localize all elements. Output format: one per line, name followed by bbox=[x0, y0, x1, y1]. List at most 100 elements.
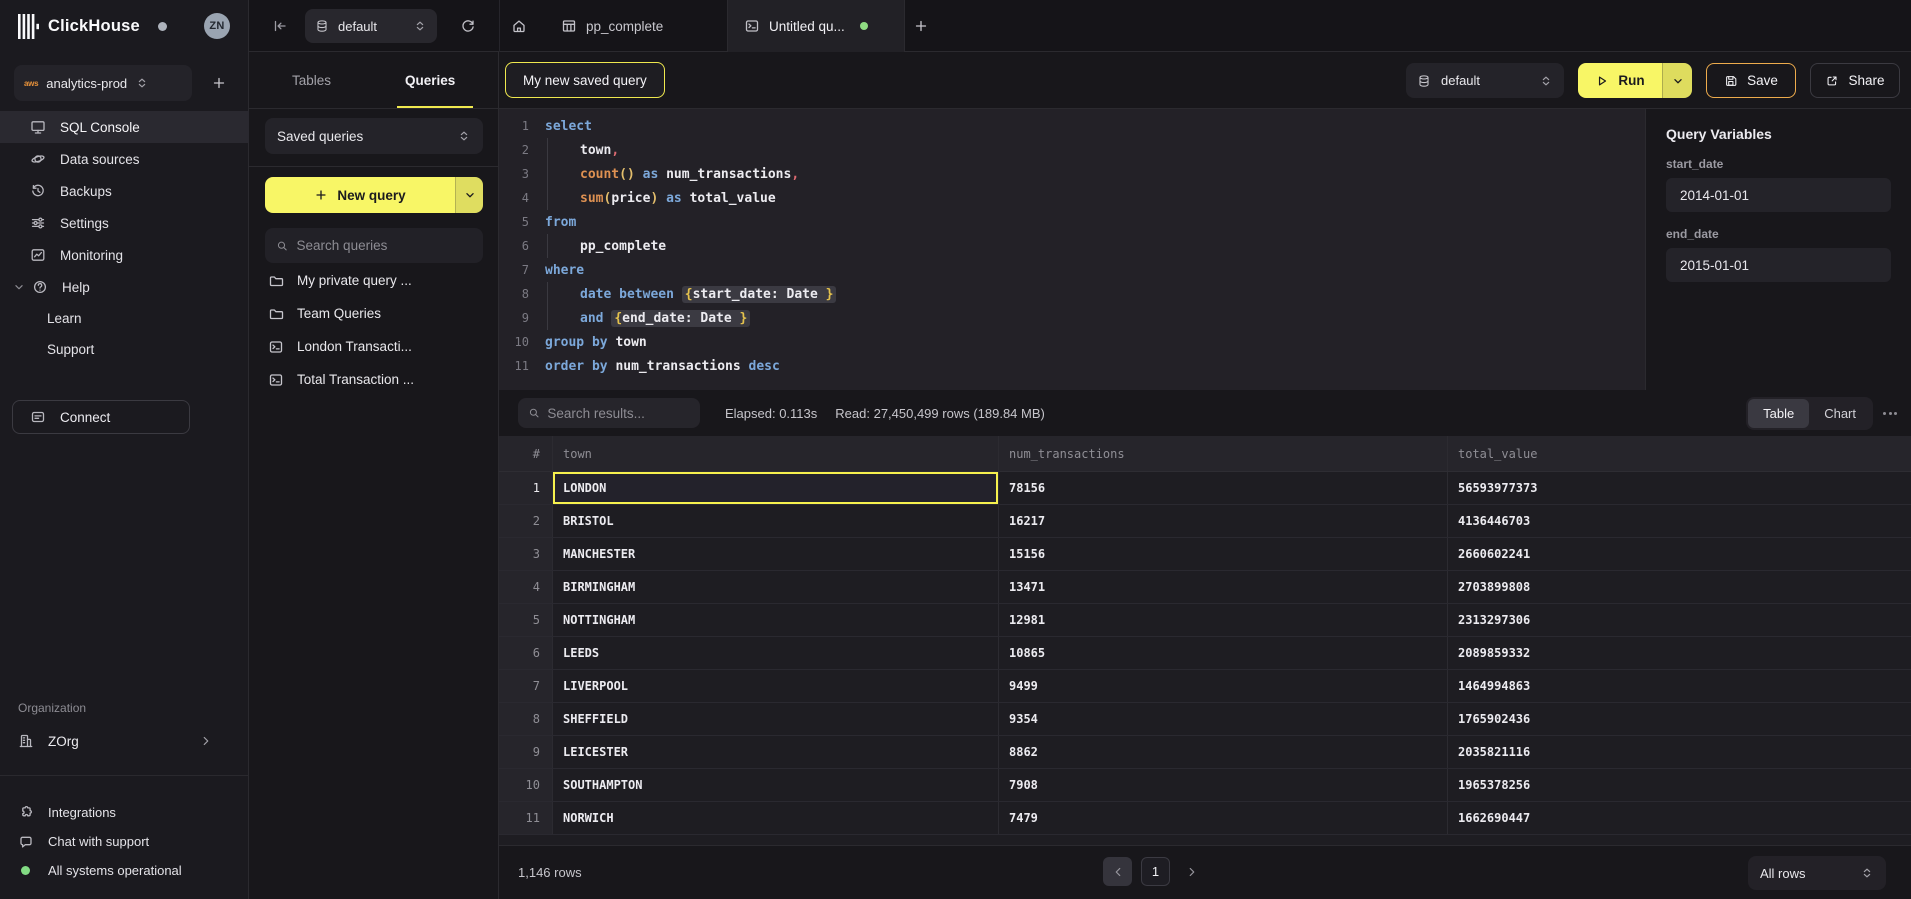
column-header-total-value[interactable]: total_value bbox=[1448, 436, 1911, 471]
saved-queries-select[interactable]: Saved queries bbox=[265, 118, 483, 154]
query-parameter-chip[interactable]: {start_date: Date } bbox=[682, 286, 837, 303]
code-line-11[interactable]: 11order by num_transactions desc bbox=[499, 354, 1645, 378]
cell-town[interactable]: BIRMINGHAM bbox=[553, 571, 999, 603]
share-button[interactable]: Share bbox=[1810, 63, 1900, 98]
sidebar-item-monitoring[interactable]: Monitoring bbox=[0, 239, 249, 271]
code-line-2[interactable]: 2town, bbox=[499, 138, 1645, 162]
home-button[interactable] bbox=[511, 18, 527, 34]
cell-total-value[interactable]: 2703899808 bbox=[1448, 571, 1911, 603]
cell-town[interactable]: LIVERPOOL bbox=[553, 670, 999, 702]
view-tab-chart[interactable]: Chart bbox=[1809, 399, 1871, 428]
table-row[interactable]: 10SOUTHAMPTON79081965378256 bbox=[499, 769, 1911, 802]
new-tab-button[interactable] bbox=[913, 18, 929, 34]
code-line-6[interactable]: 6pp_complete bbox=[499, 234, 1645, 258]
tab-tables[interactable]: Tables bbox=[292, 52, 331, 108]
saved-query-tab[interactable]: My new saved query bbox=[505, 62, 665, 98]
clickhouse-logo-icon[interactable] bbox=[18, 14, 39, 39]
cell-town[interactable]: LONDON bbox=[553, 472, 999, 504]
run-button[interactable]: Run bbox=[1578, 63, 1662, 98]
cell-town[interactable]: LEEDS bbox=[553, 637, 999, 669]
avatar[interactable]: ZN bbox=[204, 13, 230, 39]
query-parameter-chip[interactable]: {end_date: Date } bbox=[611, 310, 750, 327]
table-row[interactable]: 1LONDON7815656593977373 bbox=[499, 472, 1911, 505]
cell-total-value[interactable]: 1662690447 bbox=[1448, 802, 1911, 834]
cell-num-transactions[interactable]: 16217 bbox=[999, 505, 1448, 537]
code-line-9[interactable]: 9and {end_date: Date } bbox=[499, 306, 1645, 330]
sidebar-item-help[interactable]: Help bbox=[0, 271, 249, 303]
tab-queries[interactable]: Queries bbox=[405, 52, 455, 108]
cell-town[interactable]: SOUTHAMPTON bbox=[553, 769, 999, 801]
connect-button[interactable]: Connect bbox=[12, 400, 190, 434]
cell-num-transactions[interactable]: 12981 bbox=[999, 604, 1448, 636]
view-tab-table[interactable]: Table bbox=[1748, 399, 1809, 428]
column-header-town[interactable]: town bbox=[553, 436, 999, 471]
code-line-3[interactable]: 3count() as num_transactions, bbox=[499, 162, 1645, 186]
sidebar-item-sql-console[interactable]: SQL Console bbox=[0, 111, 249, 143]
search-results-input[interactable] bbox=[547, 406, 690, 421]
run-options-dropdown[interactable] bbox=[1662, 63, 1692, 98]
code-line-5[interactable]: 5from bbox=[499, 210, 1645, 234]
cell-town[interactable]: NOTTINGHAM bbox=[553, 604, 999, 636]
cell-total-value[interactable]: 1765902436 bbox=[1448, 703, 1911, 735]
next-page-button[interactable] bbox=[1185, 865, 1199, 879]
table-row[interactable]: 2BRISTOL162174136446703 bbox=[499, 505, 1911, 538]
table-row[interactable]: 9LEICESTER88622035821116 bbox=[499, 736, 1911, 769]
service-selector[interactable]: aws analytics-prod bbox=[14, 65, 192, 101]
integrations-item[interactable]: Integrations bbox=[0, 798, 249, 827]
cell-num-transactions[interactable]: 7479 bbox=[999, 802, 1448, 834]
cell-num-transactions[interactable]: 10865 bbox=[999, 637, 1448, 669]
sidebar-item-support[interactable]: Support bbox=[0, 334, 249, 365]
cell-total-value[interactable]: 1965378256 bbox=[1448, 769, 1911, 801]
table-row[interactable]: 3MANCHESTER151562660602241 bbox=[499, 538, 1911, 571]
cell-num-transactions[interactable]: 7908 bbox=[999, 769, 1448, 801]
refresh-button[interactable] bbox=[460, 18, 476, 34]
query-list-item[interactable]: My private query ... bbox=[249, 264, 499, 297]
sidebar-item-settings[interactable]: Settings bbox=[0, 207, 249, 239]
cell-num-transactions[interactable]: 9499 bbox=[999, 670, 1448, 702]
cell-total-value[interactable]: 2035821116 bbox=[1448, 736, 1911, 768]
column-header-index[interactable]: # bbox=[499, 436, 553, 471]
sidebar-item-data-sources[interactable]: Data sources bbox=[0, 143, 249, 175]
cell-num-transactions[interactable]: 78156 bbox=[999, 472, 1448, 504]
start-date-input[interactable] bbox=[1666, 178, 1891, 212]
sql-editor[interactable]: 1select2town,3count() as num_transaction… bbox=[499, 109, 1645, 390]
tab-untitled-query[interactable]: Untitled qu... bbox=[727, 0, 905, 52]
save-button[interactable]: Save bbox=[1706, 63, 1796, 98]
cell-total-value[interactable]: 1464994863 bbox=[1448, 670, 1911, 702]
cell-total-value[interactable]: 56593977373 bbox=[1448, 472, 1911, 504]
code-line-7[interactable]: 7where bbox=[499, 258, 1645, 282]
cell-town[interactable]: MANCHESTER bbox=[553, 538, 999, 570]
topbar-database-selector[interactable]: default bbox=[305, 9, 437, 43]
editor-database-selector[interactable]: default bbox=[1406, 63, 1564, 98]
cell-town[interactable]: NORWICH bbox=[553, 802, 999, 834]
code-line-10[interactable]: 10group by town bbox=[499, 330, 1645, 354]
new-query-main[interactable]: New query bbox=[265, 177, 455, 213]
code-line-4[interactable]: 4sum(price) as total_value bbox=[499, 186, 1645, 210]
chat-with-support-item[interactable]: Chat with support bbox=[0, 827, 249, 856]
sidebar-item-backups[interactable]: Backups bbox=[0, 175, 249, 207]
more-options-button[interactable] bbox=[1883, 412, 1897, 415]
query-list-item[interactable]: London Transacti... bbox=[249, 330, 499, 363]
cell-town[interactable]: BRISTOL bbox=[553, 505, 999, 537]
tab-pp-complete[interactable]: pp_complete bbox=[545, 0, 727, 52]
table-row[interactable]: 5NOTTINGHAM129812313297306 bbox=[499, 604, 1911, 637]
query-list-item[interactable]: Team Queries bbox=[249, 297, 499, 330]
table-row[interactable]: 6LEEDS108652089859332 bbox=[499, 637, 1911, 670]
table-row[interactable]: 7LIVERPOOL94991464994863 bbox=[499, 670, 1911, 703]
cell-num-transactions[interactable]: 13471 bbox=[999, 571, 1448, 603]
system-status-item[interactable]: All systems operational bbox=[0, 856, 249, 885]
cell-num-transactions[interactable]: 9354 bbox=[999, 703, 1448, 735]
cell-num-transactions[interactable]: 15156 bbox=[999, 538, 1448, 570]
cell-total-value[interactable]: 2313297306 bbox=[1448, 604, 1911, 636]
cell-total-value[interactable]: 4136446703 bbox=[1448, 505, 1911, 537]
cell-town[interactable]: LEICESTER bbox=[553, 736, 999, 768]
page-size-select[interactable]: All rows bbox=[1748, 856, 1886, 890]
end-date-input[interactable] bbox=[1666, 248, 1891, 282]
code-line-8[interactable]: 8date between {start_date: Date } bbox=[499, 282, 1645, 306]
table-row[interactable]: 11NORWICH74791662690447 bbox=[499, 802, 1911, 835]
column-header-num-transactions[interactable]: num_transactions bbox=[999, 436, 1448, 471]
cell-total-value[interactable]: 2660602241 bbox=[1448, 538, 1911, 570]
table-row[interactable]: 8SHEFFIELD93541765902436 bbox=[499, 703, 1911, 736]
table-row[interactable]: 4BIRMINGHAM134712703899808 bbox=[499, 571, 1911, 604]
sidebar-item-learn[interactable]: Learn bbox=[0, 303, 249, 334]
